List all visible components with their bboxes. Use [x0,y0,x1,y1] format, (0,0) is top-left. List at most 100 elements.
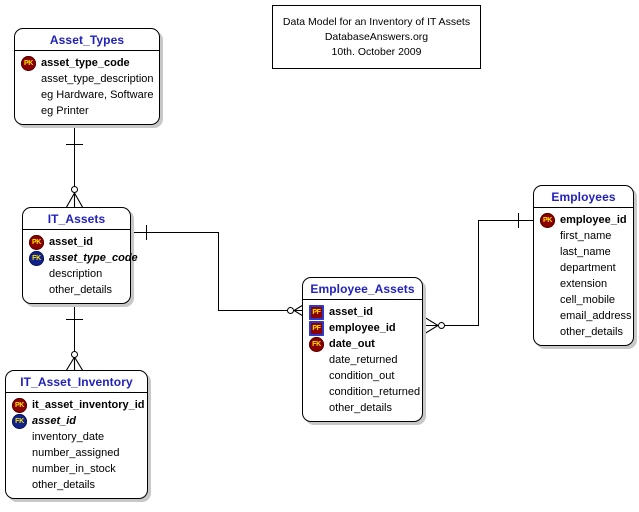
attribute-list-it-asset-inventory: PK it_asset_inventory_id FK asset_id inv… [6,393,147,498]
crows-foot-it-assets [65,193,84,208]
attribute-name: other_details [329,401,392,414]
entity-asset-types[interactable]: Asset_Types PK asset_type_code asset_typ… [14,28,160,125]
attribute-name: asset_id [329,305,374,318]
pk-key-icon: FK [309,336,324,352]
pk-key-icon: PK [29,234,44,250]
attribute-row: PK asset_type_code [21,55,155,71]
attribute-row: other_details [12,477,143,493]
entity-employee-assets[interactable]: Employee_Assets PF asset_id PF employee_… [302,277,423,422]
attribute-row: other_details [29,282,126,298]
cardinality-optional-circle-employee-assets-right [438,322,445,329]
pf-key-icon: PF [309,304,324,320]
attribute-row: FK asset_id [12,413,143,429]
attribute-row: inventory_date [12,429,143,445]
attribute-row: number_assigned [12,445,143,461]
fk-key-icon: FK [12,413,27,429]
pf-key-icon: PF [309,320,324,336]
attribute-name: employee_id [329,321,396,334]
entity-title-it-asset-inventory: IT_Asset_Inventory [6,371,147,393]
attribute-name: condition_returned [329,385,421,398]
er-diagram-canvas: Data Model for an Inventory of IT Assets… [0,0,639,512]
entity-title-employees: Employees [534,186,633,208]
attribute-name: other_details [560,325,623,338]
cardinality-one-it-assets-employee-assets [146,225,147,240]
pk-key-icon: PK [21,55,36,71]
attribute-row: PF asset_id [309,304,418,320]
attribute-row: description [29,266,126,282]
attribute-name: asset_type_code [49,251,138,264]
cardinality-one-it-assets-inventory [66,319,83,320]
attribute-row: PK employee_id [540,212,629,228]
attribute-row: PF employee_id [309,320,418,336]
relationship-line-it-assets-employee-assets-h2 [218,310,291,311]
attribute-name: first_name [560,229,612,242]
attribute-name: condition_out [329,369,395,382]
attribute-row: other_details [540,324,629,340]
attribute-name: date_out [329,337,375,350]
attribute-name: employee_id [560,213,627,226]
entity-it-asset-inventory[interactable]: IT_Asset_Inventory PK it_asset_inventory… [5,370,148,499]
attribute-row: eg Hardware, Software [21,87,155,103]
attribute-list-asset-types: PK asset_type_code asset_type_descriptio… [15,51,159,124]
fk-key-icon: FK [29,250,44,266]
attribute-row: last_name [540,244,629,260]
attribute-row: PK it_asset_inventory_id [12,397,145,413]
attribute-row: FK asset_type_code [29,250,138,266]
diagram-title-line-1: Data Model for an Inventory of IT Assets [282,15,471,28]
attribute-row: other_details [309,400,418,416]
attribute-name: asset_type_code [41,56,130,69]
pk-key-icon: PK [540,212,555,228]
pk-key-icon: PK [12,397,27,413]
relationship-line-employees-employee-assets-h1 [478,220,534,221]
attribute-name: department [560,261,616,274]
entity-employees[interactable]: Employees PK employee_id first_name last… [533,185,634,346]
cardinality-one-asset-types [66,144,83,145]
attribute-row: eg Printer [21,103,155,119]
cardinality-one-employees [518,213,519,228]
relationship-line-it-assets-employee-assets-v [218,232,219,311]
attribute-row: FK date_out [309,336,418,352]
entity-title-employee-assets: Employee_Assets [303,278,422,300]
attribute-name: extension [560,277,608,290]
crows-foot-employee-assets-right [424,316,438,335]
attribute-row: cell_mobile [540,292,629,308]
attribute-name: number_assigned [32,446,120,459]
attribute-row: date_returned [309,352,418,368]
attribute-row: PK asset_id [29,234,126,250]
attribute-name: description [49,267,103,280]
attribute-row: condition_out [309,368,418,384]
attribute-name: asset_id [32,414,77,427]
attribute-name: asset_type_description [41,72,154,85]
attribute-row: first_name [540,228,629,244]
attribute-name: date_returned [329,353,398,366]
attribute-name: eg Hardware, Software [41,88,154,101]
attribute-row: extension [540,276,629,292]
diagram-title-line-3: 10th. October 2009 [331,45,422,58]
attribute-name: other_details [32,478,95,491]
attribute-name: last_name [560,245,611,258]
entity-title-it-assets: IT_Assets [23,208,130,230]
attribute-row: asset_type_description [21,71,155,87]
attribute-name: asset_id [49,235,94,248]
entity-title-asset-types: Asset_Types [15,29,159,51]
attribute-name: cell_mobile [560,293,616,306]
diagram-title-line-2: DatabaseAnswers.org [324,30,429,43]
diagram-title-box: Data Model for an Inventory of IT Assets… [272,5,481,69]
attribute-name: email_address [560,309,632,322]
attribute-list-employee-assets: PF asset_id PF employee_id FK date_out d… [303,300,422,421]
relationship-line-it-assets-employee-assets-h1 [131,232,218,233]
relationship-line-employees-employee-assets-v [478,220,479,326]
attribute-name: it_asset_inventory_id [32,398,145,411]
relationship-line-employees-employee-assets-h2 [443,325,479,326]
attribute-row: email_address [540,308,632,324]
cardinality-optional-circle-employee-assets-left [287,307,294,314]
attribute-row: condition_returned [309,384,421,400]
attribute-list-employees: PK employee_id first_name last_name depa… [534,208,633,345]
crows-foot-inventory [65,357,84,371]
entity-it-assets[interactable]: IT_Assets PK asset_id FK asset_type_code… [22,207,138,304]
attribute-name: number_in_stock [32,462,116,475]
attribute-name: other_details [49,283,112,296]
attribute-row: number_in_stock [12,461,143,477]
cardinality-optional-circle-it-assets [71,186,78,193]
attribute-list-it-assets: PK asset_id FK asset_type_code descripti… [23,230,138,303]
